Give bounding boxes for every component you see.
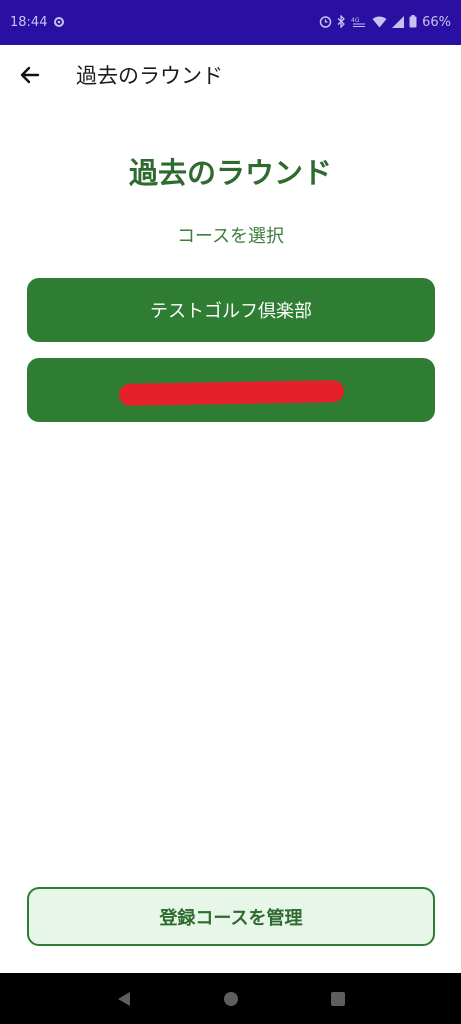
course-button-test-golf-club[interactable]: テストゴルフ倶楽部 [27,278,435,342]
data-signal-icon: 4G [351,16,367,30]
system-nav-bar [0,973,461,1024]
status-bar: 18:44 4G 66% [0,0,461,45]
nav-home-icon [223,991,238,1006]
bluetooth-icon [337,14,346,30]
status-left: 18:44 [10,15,65,30]
settings-gear-icon [53,16,65,30]
manage-button-label: 登録コースを管理 [159,907,303,929]
redaction-mark [118,380,345,406]
nav-home-button[interactable] [211,979,251,1019]
nav-back-icon [117,991,130,1006]
wifi-icon [372,16,387,30]
arrow-back-icon [20,66,40,84]
course-button-redacted[interactable] [27,358,435,422]
back-button[interactable] [2,47,58,103]
nav-recents-icon [330,991,345,1006]
select-course-subtitle: コースを選択 [176,226,285,247]
svg-text:4G: 4G [351,17,360,24]
course-button-label: テストゴルフ倶楽部 [150,301,312,322]
app-bar: 過去のラウンド [0,45,461,105]
status-time: 18:44 [10,15,48,30]
nav-back-button[interactable] [104,979,144,1019]
cell-signal-icon [392,15,405,30]
status-right: 4G 66% [319,14,451,30]
battery-percent: 66% [422,15,451,30]
alarm-icon [319,15,332,30]
manage-registered-courses-button[interactable]: 登録コースを管理 [27,887,435,946]
page-title: 過去のラウンド [128,156,332,190]
nav-recents-button[interactable] [318,979,358,1019]
battery-icon [409,15,417,30]
app-bar-title: 過去のラウンド [76,64,223,88]
